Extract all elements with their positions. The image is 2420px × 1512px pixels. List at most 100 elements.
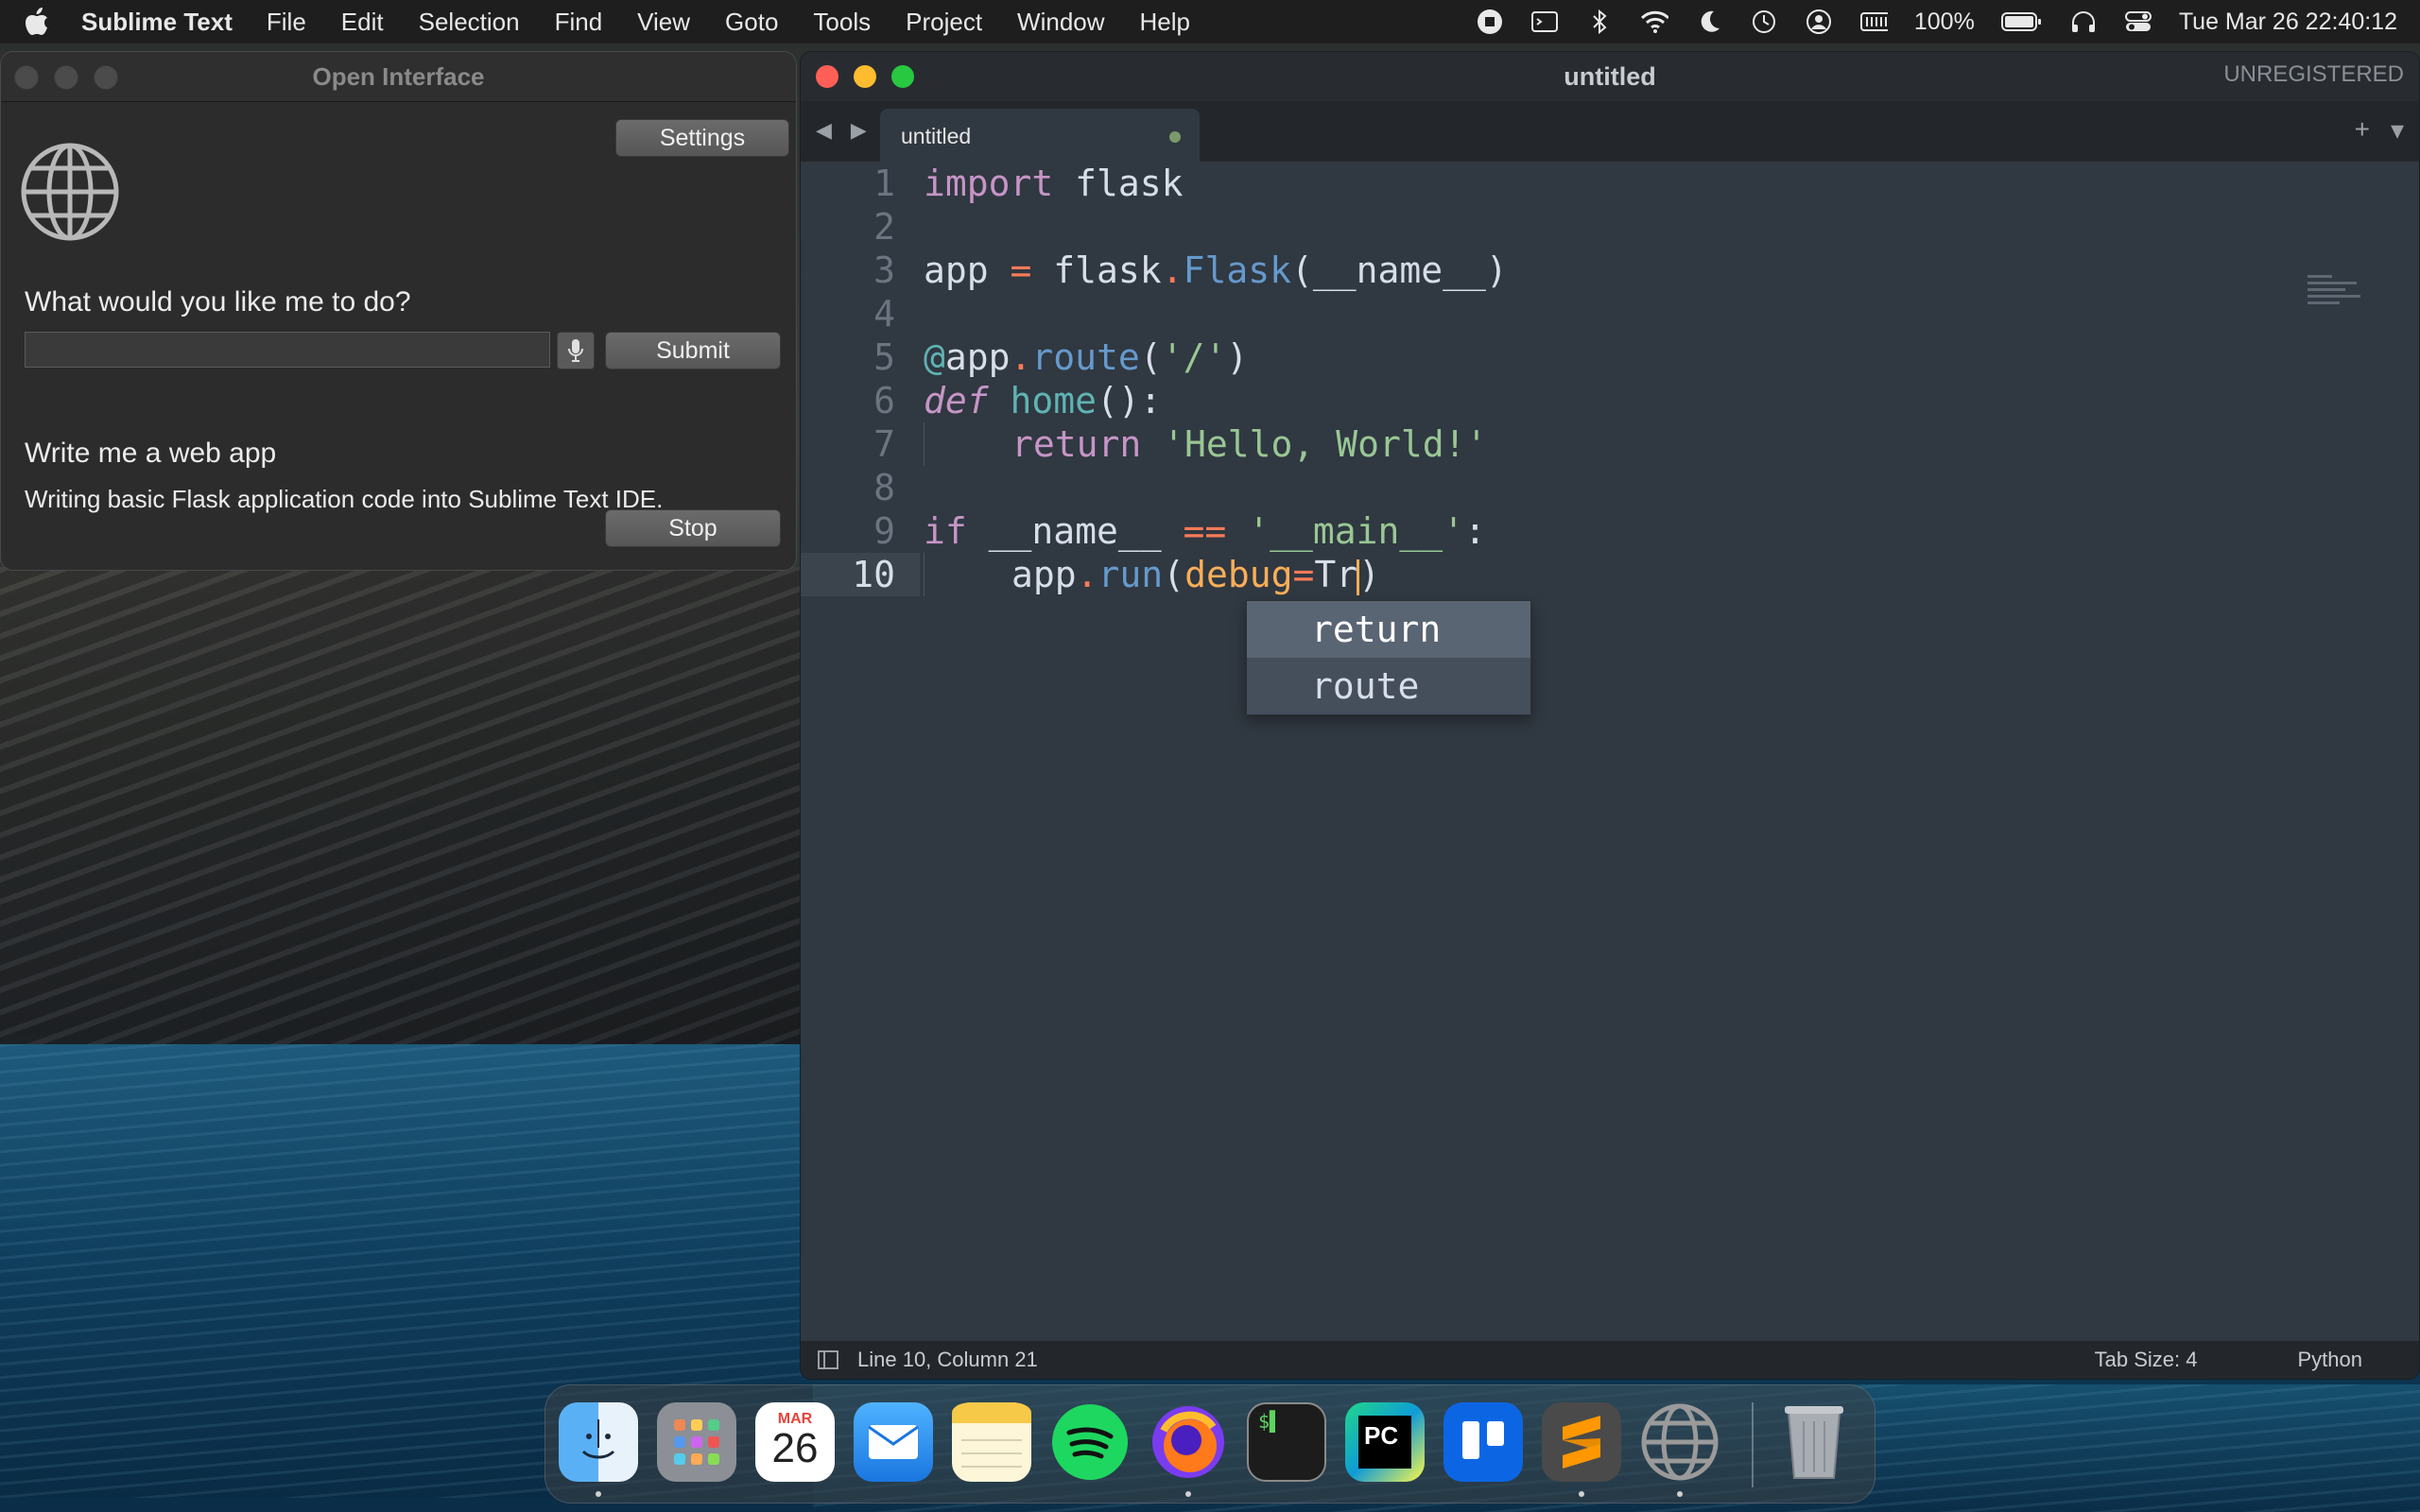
registration-status: UNREGISTERED xyxy=(2223,61,2404,87)
battery-icon[interactable] xyxy=(2000,8,2043,36)
running-indicator xyxy=(1677,1491,1683,1497)
running-indicator xyxy=(596,1491,601,1497)
user-account-icon[interactable] xyxy=(1805,8,1833,36)
mail-icon[interactable] xyxy=(854,1402,933,1482)
submit-button[interactable]: Submit xyxy=(605,332,781,369)
menu-view[interactable]: View xyxy=(637,8,690,37)
token: route xyxy=(1031,336,1140,378)
trello-icon[interactable] xyxy=(1443,1402,1523,1482)
wifi-icon[interactable] xyxy=(1640,8,1668,36)
window-controls xyxy=(816,65,914,88)
dock: MAR 26 $▌ PC xyxy=(544,1384,1876,1503)
menu-find[interactable]: Find xyxy=(555,8,603,37)
stop-recording-icon[interactable] xyxy=(1476,8,1504,36)
microphone-icon xyxy=(568,339,583,362)
sublime-titlebar[interactable]: untitled UNREGISTERED xyxy=(801,52,2419,101)
code-line-6: def home(): xyxy=(924,379,1508,422)
close-button[interactable] xyxy=(816,65,838,88)
menu-edit[interactable]: Edit xyxy=(341,8,384,37)
control-center-icon[interactable] xyxy=(2124,8,2152,36)
token: == xyxy=(1183,510,1227,552)
token: : xyxy=(1463,510,1486,552)
menu-tools[interactable]: Tools xyxy=(813,8,871,37)
tab-untitled[interactable]: untitled xyxy=(880,109,1200,162)
menu-window[interactable]: Window xyxy=(1017,8,1104,37)
wallpaper-rock xyxy=(0,567,813,1058)
status-bar: Line 10, Column 21 Tab Size: 4 Python xyxy=(801,1341,2419,1379)
minimize-button[interactable] xyxy=(54,65,78,90)
minimap[interactable] xyxy=(2308,275,2364,318)
zoom-button[interactable] xyxy=(891,65,914,88)
zoom-button[interactable] xyxy=(94,65,118,90)
trash-icon[interactable] xyxy=(1774,1402,1854,1482)
tab-back-icon[interactable]: ◀ xyxy=(816,118,832,143)
command-input[interactable] xyxy=(25,332,550,368)
tab-controls: + ▾ xyxy=(2355,114,2404,146)
token: debug xyxy=(1184,554,1293,595)
headphones-icon[interactable] xyxy=(2069,8,2098,36)
memory-icon[interactable] xyxy=(1859,8,1888,36)
terminal-status-icon[interactable] xyxy=(1530,8,1559,36)
notes-icon[interactable] xyxy=(952,1402,1031,1482)
menu-clock[interactable]: Tue Mar 26 22:40:12 xyxy=(2179,9,2397,36)
open-interface-globe-icon[interactable] xyxy=(1640,1402,1720,1482)
prompt-label: What would you like me to do? xyxy=(25,286,411,318)
token: app xyxy=(1011,554,1077,595)
line-number: 5 xyxy=(873,336,895,378)
token: app xyxy=(924,249,1011,291)
menu-goto[interactable]: Goto xyxy=(725,8,778,37)
window-title: Open Interface xyxy=(312,61,485,91)
menu-project[interactable]: Project xyxy=(906,8,982,37)
terminal-icon[interactable]: $▌ xyxy=(1247,1402,1326,1482)
time-machine-icon[interactable] xyxy=(1750,8,1778,36)
window-controls xyxy=(14,65,118,90)
panel-toggle-icon[interactable] xyxy=(818,1350,838,1369)
unsaved-dot-icon[interactable] xyxy=(1169,131,1181,143)
finder-icon[interactable] xyxy=(559,1402,638,1482)
token: ( xyxy=(1139,336,1162,378)
dock-separator xyxy=(1752,1402,1754,1487)
autocomplete-item[interactable]: route xyxy=(1247,658,1530,714)
token: = xyxy=(1292,554,1315,595)
token: 'Hello, World!' xyxy=(1163,423,1488,465)
bluetooth-icon[interactable] xyxy=(1585,8,1614,36)
close-button[interactable] xyxy=(14,65,39,90)
apple-menu-icon[interactable] xyxy=(23,8,51,36)
code-line-7: return 'Hello, World!' xyxy=(924,422,1508,466)
code-editor[interactable]: 1 2 3 4 5 6 7 8 9 10 import flask app = … xyxy=(801,162,2419,1333)
status-right: Tab Size: 4 Python xyxy=(2095,1348,2362,1372)
calendar-icon[interactable]: MAR 26 xyxy=(755,1402,835,1482)
sublime-text-icon[interactable] xyxy=(1542,1402,1621,1482)
menu-selection[interactable]: Selection xyxy=(419,8,520,37)
token: flask xyxy=(1053,163,1184,204)
firefox-icon[interactable] xyxy=(1149,1402,1228,1482)
settings-button[interactable]: Settings xyxy=(615,119,789,157)
indent-guide xyxy=(924,422,1011,466)
spotify-icon[interactable] xyxy=(1050,1402,1130,1482)
line-number-gutter: 1 2 3 4 5 6 7 8 9 10 xyxy=(801,162,920,596)
cursor-position[interactable]: Line 10, Column 21 xyxy=(857,1348,1038,1372)
tab-forward-icon[interactable]: ▶ xyxy=(851,118,867,143)
token: return xyxy=(1011,423,1142,465)
token: '/' xyxy=(1161,336,1227,378)
pycharm-icon[interactable]: PC xyxy=(1345,1402,1425,1482)
token: run xyxy=(1098,554,1164,595)
open-interface-titlebar[interactable]: Open Interface xyxy=(1,52,796,102)
minimize-button[interactable] xyxy=(854,65,876,88)
stop-button[interactable]: Stop xyxy=(605,509,781,547)
autocomplete-item-selected[interactable]: return xyxy=(1247,601,1530,658)
token: ) xyxy=(1226,336,1249,378)
syntax-mode[interactable]: Python xyxy=(2298,1348,2363,1372)
tab-list-icon[interactable]: ▾ xyxy=(2391,114,2404,146)
menu-help[interactable]: Help xyxy=(1140,8,1190,37)
launchpad-icon[interactable] xyxy=(657,1402,736,1482)
tab-size[interactable]: Tab Size: 4 xyxy=(2095,1348,2198,1372)
microphone-button[interactable] xyxy=(557,332,595,369)
token: (__name__) xyxy=(1290,249,1508,291)
focus-moon-icon[interactable] xyxy=(1695,8,1723,36)
menu-app-name[interactable]: Sublime Text xyxy=(81,8,233,37)
battery-percent: 100% xyxy=(1913,8,1975,35)
menu-file[interactable]: File xyxy=(267,8,306,37)
new-tab-icon[interactable]: + xyxy=(2355,114,2370,146)
